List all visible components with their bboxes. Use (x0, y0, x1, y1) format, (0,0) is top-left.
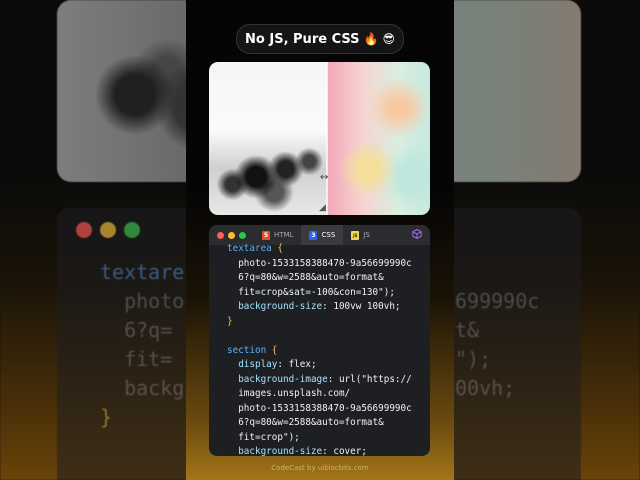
code-token: images.unsplash.com/ (227, 388, 351, 399)
code-line: background-size: cover; (227, 445, 430, 456)
resize-grip-icon[interactable]: ◢ (319, 203, 326, 213)
code-token: { (266, 344, 278, 356)
cool-face-icon: 😎 (382, 32, 395, 46)
code-token: : 100vw 100vh; (322, 301, 401, 312)
title-pill: No JS, Pure CSS 🔥 😎 (236, 24, 404, 54)
resize-arrows-icon[interactable]: ↔ (320, 172, 328, 183)
code-token: background-size (227, 301, 323, 312)
code-token: background-size (227, 446, 323, 456)
backdrop-code-right: 699990c t& "); 00vh; (455, 287, 539, 403)
code-token: : cover; (322, 446, 367, 456)
code-token: section (227, 344, 267, 356)
code-line: 6?q=80&w=2588&auto=format& (227, 271, 430, 286)
code-line: images.unsplash.com/ (227, 387, 430, 402)
backdrop-code-line: 6?q= (100, 318, 173, 342)
backdrop-code-line: backg (100, 376, 185, 400)
footer-credit: CodeCast by uiblocbits.com (271, 464, 369, 472)
backdrop-code-line: fit= (100, 347, 173, 371)
code-token: photo-1533158388470-9a56699990c (227, 402, 412, 414)
code-token: photo-1533158388470-9a56699990c (227, 257, 412, 269)
backdrop-code-line: textare (100, 260, 185, 284)
resize-divider[interactable] (326, 62, 328, 215)
backdrop-code-left: textare photo 6?q= fit= backg} (100, 258, 184, 432)
preview-panel: ↔ ◢ (209, 62, 430, 215)
code-line: background-size: 100vw 100vh; (227, 300, 430, 315)
code-token: : flex; (277, 359, 317, 370)
code-line: fit=crop&sat=-100&con=130"); (227, 286, 430, 301)
grayscale-image (209, 62, 327, 215)
backdrop-code-line: 699990c (455, 289, 540, 313)
code-token: { (271, 243, 283, 254)
code-token: background-image (227, 373, 328, 385)
color-image (327, 62, 430, 215)
code-token: textarea (227, 243, 272, 254)
code-token: fit=crop"); (227, 431, 300, 443)
code-line: display: flex; (227, 358, 430, 373)
code-token: display (227, 359, 278, 370)
backdrop-code-line: photo (100, 289, 185, 313)
backdrop-code-line: 00vh; (455, 376, 516, 400)
backdrop-code-line: t& (455, 318, 480, 342)
code-line: photo-1533158388470-9a56699990c (227, 402, 430, 417)
code-token: 6?q=80&w=2588&auto=format& (227, 272, 384, 283)
video-frame: No JS, Pure CSS 🔥 😎 ↔ ◢ 5 HTML 3 CSS JS JS te… (186, 0, 454, 480)
code-area[interactable]: textarea { photo-1533158388470-9a5669999… (209, 238, 430, 456)
code-token: } (227, 315, 233, 327)
title-text: No JS, Pure CSS (245, 31, 360, 47)
backdrop-code-line: } (100, 405, 113, 429)
backdrop-dot-red (76, 222, 92, 238)
code-line: fit=crop"); (227, 431, 430, 446)
code-line: photo-1533158388470-9a56699990c (227, 257, 430, 272)
backdrop-dot-yellow (100, 222, 116, 238)
code-line: } (227, 315, 430, 330)
code-line: 6?q=80&w=2588&auto=format& (227, 416, 430, 431)
code-token: fit=crop&sat=-100&con=130"); (227, 286, 395, 298)
fire-icon: 🔥 (363, 32, 379, 46)
backdrop-code-line: "); (455, 347, 492, 371)
code-line: section { (227, 344, 430, 359)
code-line: textarea { (227, 242, 430, 257)
backdrop-dot-green (124, 222, 140, 238)
code-line: background-image: url("https:// (227, 373, 430, 388)
code-editor: 5 HTML 3 CSS JS JS textarea { photo-153315838… (209, 225, 430, 456)
code-token: : url("https:// (327, 373, 412, 385)
code-token: 6?q=80&w=2588&auto=format& (227, 417, 384, 428)
